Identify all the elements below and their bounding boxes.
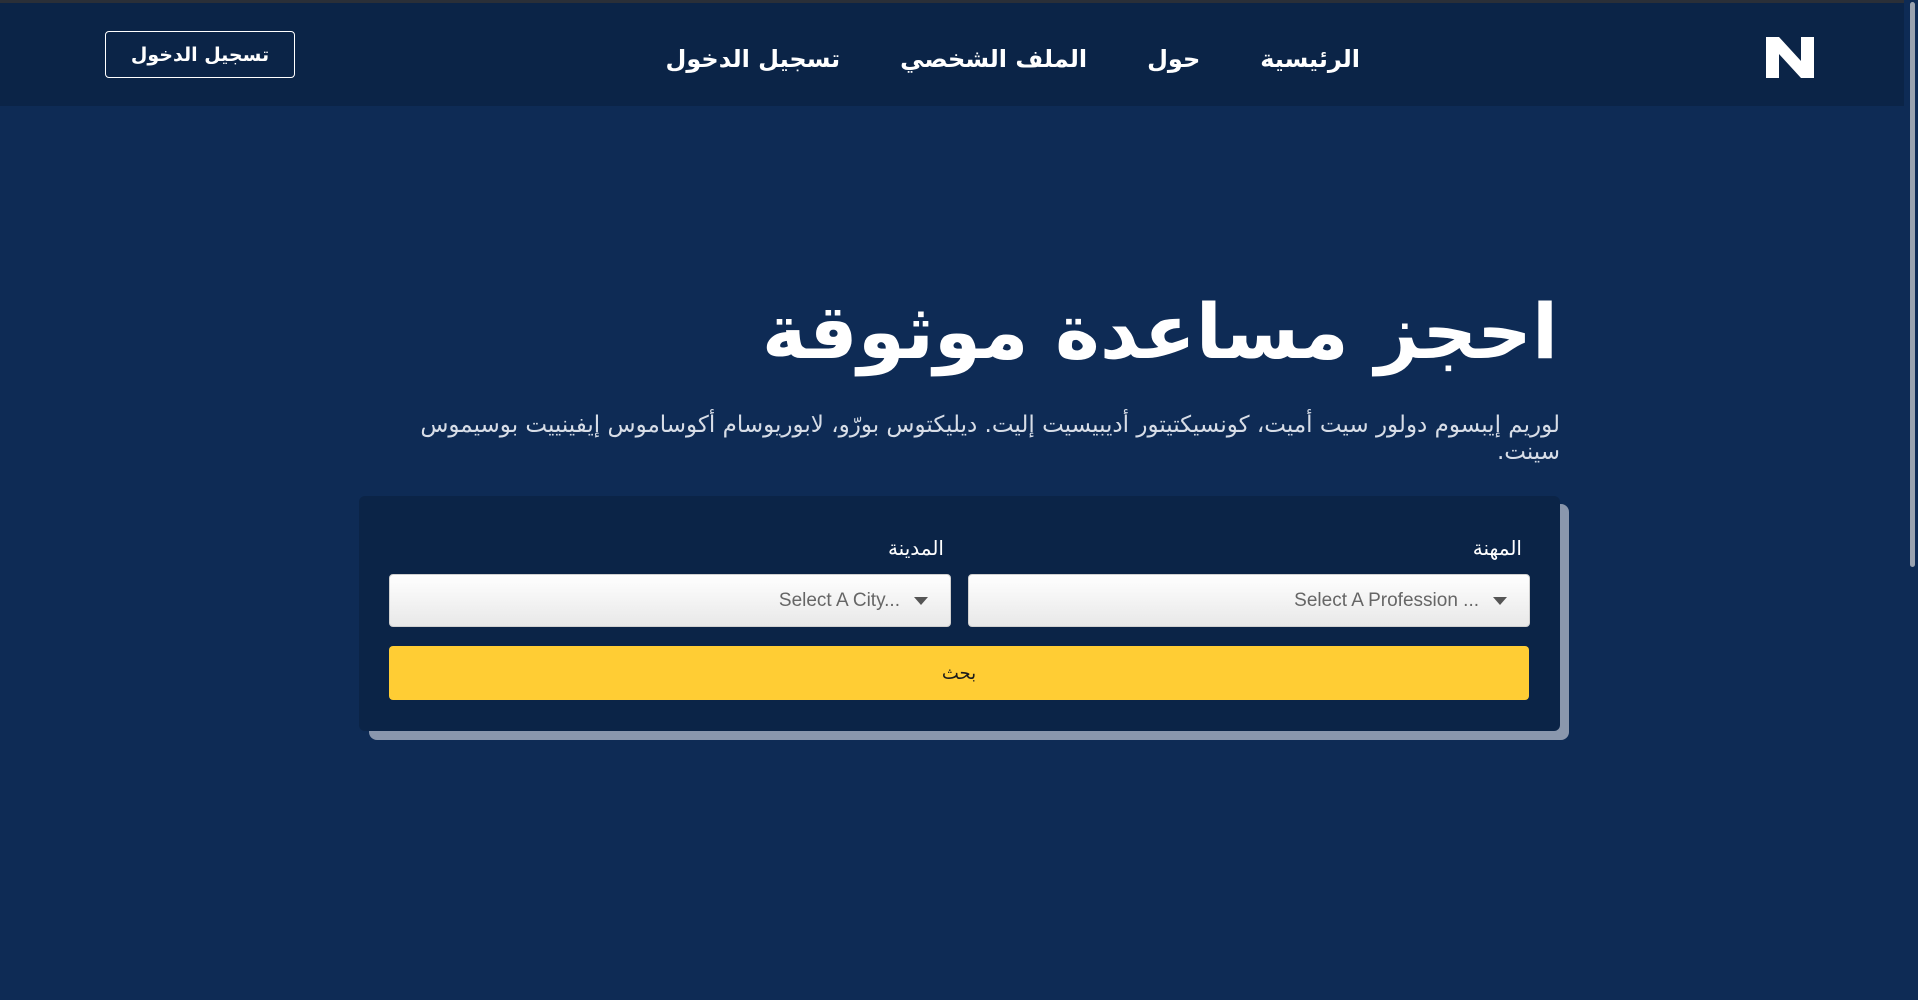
hero-title: احجز مساعدة موثوقة xyxy=(761,287,1558,376)
main-nav: الرئيسية حول الملف الشخصي تسجيل الدخول xyxy=(666,39,1360,79)
nav-about[interactable]: حول xyxy=(1147,39,1200,79)
nav-profile[interactable]: الملف الشخصي xyxy=(900,39,1087,79)
city-select-placeholder: Select A City... xyxy=(778,589,900,611)
login-button[interactable]: تسجيل الدخول xyxy=(105,31,295,78)
hero-subtitle: لوريم إيبسوم دولور سيت أميت، كونسيكتيتور… xyxy=(420,412,1560,465)
logo-icon[interactable] xyxy=(1764,35,1816,80)
site-header: الرئيسية حول الملف الشخصي تسجيل الدخول ت… xyxy=(0,3,1904,106)
city-select[interactable]: Select A City... xyxy=(389,574,951,627)
nav-login[interactable]: تسجيل الدخول xyxy=(666,39,841,79)
profession-select[interactable]: Select A Profession ... xyxy=(968,574,1530,627)
search-button[interactable]: بحث xyxy=(389,646,1529,700)
nav-home[interactable]: الرئيسية xyxy=(1260,39,1360,79)
profession-label: المهنة xyxy=(1472,536,1522,560)
scrollbar[interactable] xyxy=(1904,0,1918,1000)
city-label: المدينة xyxy=(887,536,944,560)
chevron-down-icon xyxy=(914,596,928,605)
scrollbar-thumb[interactable] xyxy=(1910,2,1915,567)
profession-select-placeholder: Select A Profession ... xyxy=(1294,589,1479,611)
search-card: المهنة المدينة Select A Profession ... S… xyxy=(359,496,1560,731)
chevron-down-icon xyxy=(1493,596,1507,605)
